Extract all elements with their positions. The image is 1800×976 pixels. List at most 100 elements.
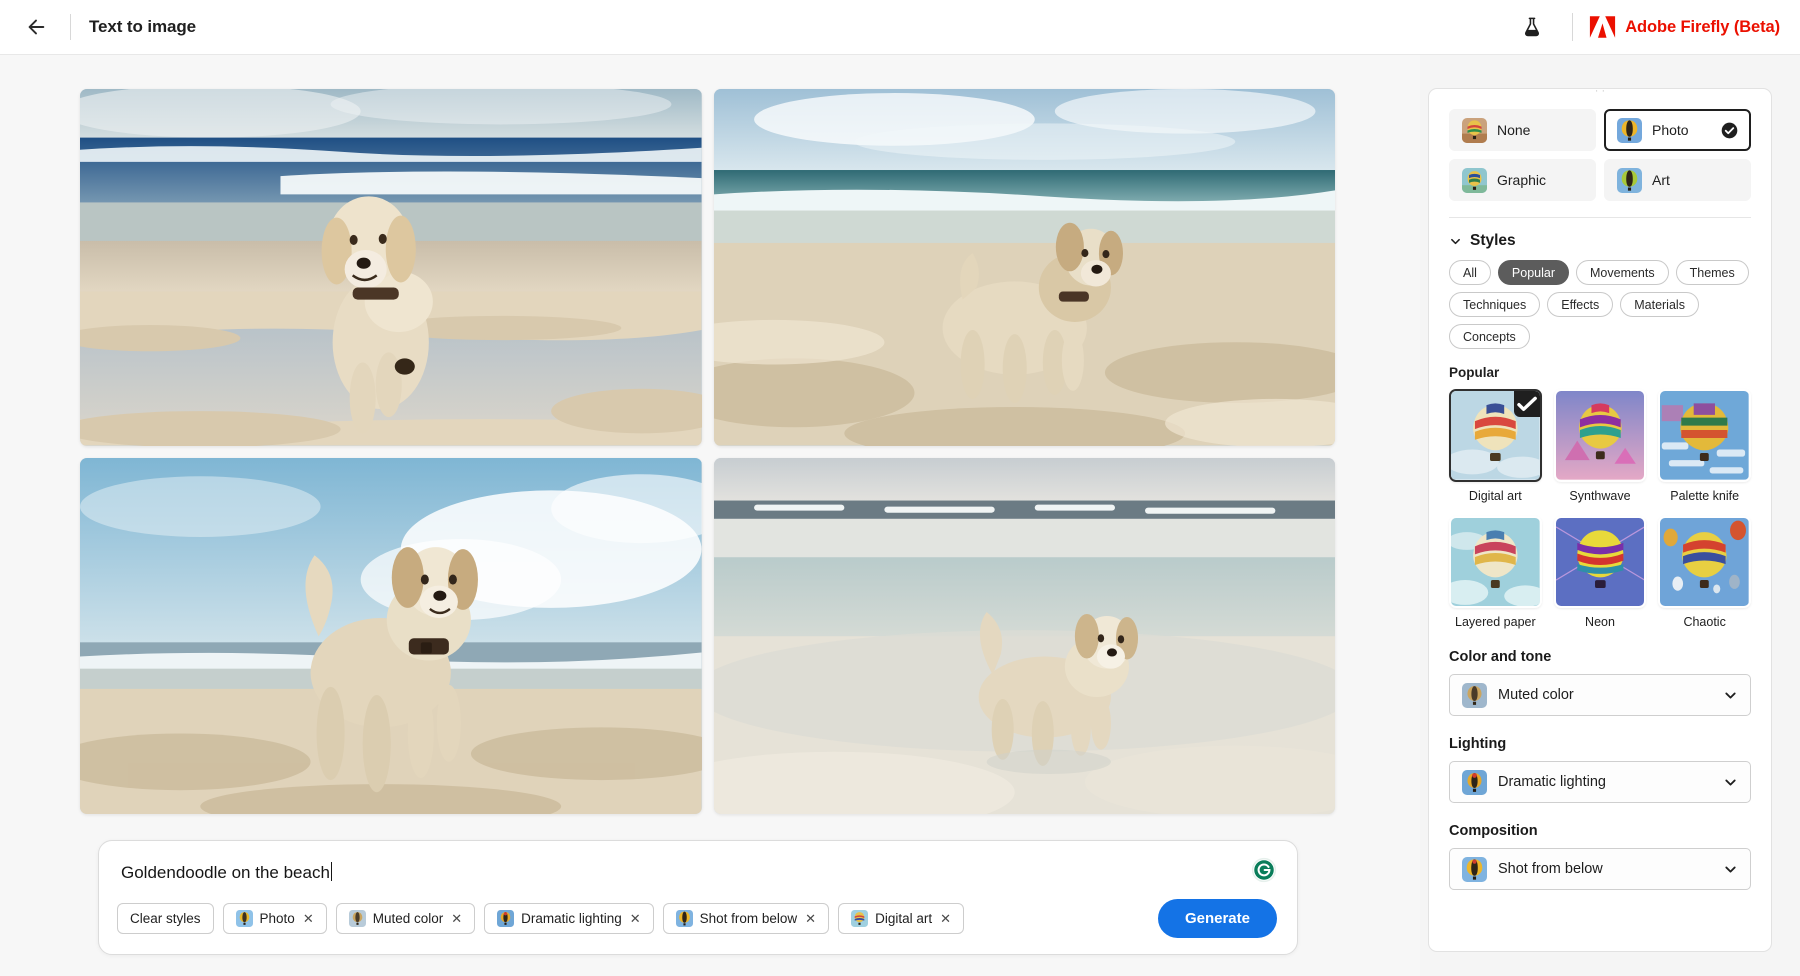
chevron-down-icon bbox=[1723, 862, 1738, 877]
generated-image-2[interactable] bbox=[714, 89, 1336, 446]
lighting-dropdown[interactable]: Dramatic lighting bbox=[1449, 761, 1751, 803]
style-filter-popular[interactable]: Popular bbox=[1498, 260, 1569, 285]
style-card-neon[interactable]: Neon bbox=[1554, 516, 1647, 630]
style-chip-dramatic-lighting[interactable]: Dramatic lighting ✕ bbox=[484, 903, 653, 934]
remove-chip-icon[interactable]: ✕ bbox=[630, 911, 641, 927]
style-chip-photo[interactable]: Photo ✕ bbox=[223, 903, 327, 934]
style-chip-label: Digital art bbox=[875, 911, 932, 926]
check-icon bbox=[1514, 391, 1540, 417]
remove-chip-icon[interactable]: ✕ bbox=[451, 911, 462, 927]
remove-chip-icon[interactable]: ✕ bbox=[303, 911, 314, 927]
style-filter-all[interactable]: All bbox=[1449, 260, 1491, 285]
beta-features-button[interactable] bbox=[1514, 9, 1550, 45]
panel-divider bbox=[1449, 217, 1751, 218]
style-filter-effects[interactable]: Effects bbox=[1547, 292, 1613, 317]
remove-chip-icon[interactable]: ✕ bbox=[805, 911, 816, 927]
prompt-input[interactable]: Goldendoodle on the beach bbox=[121, 862, 332, 883]
balloon-muted-icon bbox=[1462, 683, 1487, 708]
beaker-icon bbox=[1521, 16, 1543, 38]
lighting-label: Lighting bbox=[1449, 736, 1751, 752]
style-label: Neon bbox=[1554, 615, 1647, 629]
balloon-below-icon bbox=[1462, 857, 1487, 882]
remove-chip-icon[interactable]: ✕ bbox=[940, 911, 951, 927]
content-type-photo[interactable]: Photo bbox=[1604, 109, 1751, 151]
style-label: Chaotic bbox=[1658, 615, 1751, 629]
composition-label: Composition bbox=[1449, 823, 1751, 839]
brand-link[interactable]: Adobe Firefly (Beta) bbox=[1589, 15, 1780, 39]
style-card-synthwave[interactable]: Synthwave bbox=[1554, 389, 1647, 503]
lighting-value: Dramatic lighting bbox=[1498, 774, 1606, 790]
generated-image-3[interactable] bbox=[80, 458, 702, 815]
style-thumbnail bbox=[1554, 516, 1647, 609]
prompt-style-chips: Clear styles Photo ✕ Muted color ✕ bbox=[117, 903, 964, 934]
check-icon bbox=[1721, 122, 1738, 139]
content-type-label: Art bbox=[1652, 172, 1670, 188]
popular-group-label: Popular bbox=[1449, 365, 1751, 380]
generated-image-4[interactable] bbox=[714, 458, 1336, 815]
arrow-left-icon bbox=[25, 16, 47, 38]
results-grid bbox=[80, 89, 1335, 814]
styles-title: Styles bbox=[1470, 232, 1516, 250]
content-type-art[interactable]: Art bbox=[1604, 159, 1751, 201]
style-filter-themes[interactable]: Themes bbox=[1676, 260, 1749, 285]
style-thumbnail bbox=[1658, 389, 1751, 482]
style-chip-digital-art[interactable]: Digital art ✕ bbox=[838, 903, 964, 934]
balloon-graphic-icon bbox=[1462, 168, 1487, 193]
color-and-tone-value: Muted color bbox=[1498, 687, 1574, 703]
style-card-palette-knife[interactable]: Palette knife bbox=[1658, 389, 1751, 503]
style-filter-concepts[interactable]: Concepts bbox=[1449, 324, 1530, 349]
style-filter-movements[interactable]: Movements bbox=[1576, 260, 1669, 285]
content-type-label: Photo bbox=[1652, 122, 1689, 138]
color-and-tone-dropdown[interactable]: Muted color bbox=[1449, 674, 1751, 716]
back-button[interactable] bbox=[16, 7, 56, 47]
style-filter-techniques[interactable]: Techniques bbox=[1449, 292, 1540, 317]
style-label: Layered paper bbox=[1449, 615, 1542, 629]
header-right-group: Adobe Firefly (Beta) bbox=[1514, 9, 1800, 45]
style-filter-chips: All Popular Movements Themes Techniques … bbox=[1449, 260, 1751, 349]
balloon-digitalart-icon bbox=[851, 910, 868, 927]
clear-styles-button[interactable]: Clear styles bbox=[117, 903, 214, 934]
style-grid: Digital art bbox=[1449, 389, 1751, 629]
app-header: Text to image Adobe Firefly (Beta) bbox=[0, 0, 1800, 55]
text-caret bbox=[331, 862, 333, 881]
generated-image-1[interactable] bbox=[80, 89, 702, 446]
style-chip-muted-color[interactable]: Muted color ✕ bbox=[336, 903, 475, 934]
balloon-none-icon bbox=[1462, 118, 1487, 143]
clear-styles-label: Clear styles bbox=[130, 911, 201, 926]
content-type-label: Graphic bbox=[1497, 172, 1546, 188]
color-and-tone-label: Color and tone bbox=[1449, 649, 1751, 665]
chevron-down-icon bbox=[1449, 235, 1462, 248]
style-card-layered-paper[interactable]: Layered paper bbox=[1449, 516, 1542, 630]
generate-button[interactable]: Generate bbox=[1158, 899, 1277, 938]
style-selected-check bbox=[1514, 391, 1540, 417]
style-card-digital-art[interactable]: Digital art bbox=[1449, 389, 1542, 503]
style-label: Digital art bbox=[1449, 489, 1542, 503]
style-chip-label: Dramatic lighting bbox=[521, 911, 622, 926]
style-thumbnail bbox=[1554, 389, 1647, 482]
settings-panel: · · None Photo bbox=[1428, 88, 1772, 952]
balloon-photo-icon bbox=[236, 910, 253, 927]
style-chip-label: Photo bbox=[260, 911, 295, 926]
header-divider bbox=[70, 14, 71, 40]
styles-section-header[interactable]: Styles bbox=[1449, 232, 1751, 250]
content-type-none[interactable]: None bbox=[1449, 109, 1596, 151]
style-chip-shot-from-below[interactable]: Shot from below ✕ bbox=[663, 903, 829, 934]
results-canvas: Goldendoodle on the beach Clear styles P… bbox=[0, 55, 1420, 976]
prompt-bar: Goldendoodle on the beach Clear styles P… bbox=[98, 840, 1298, 955]
refresh-icon[interactable] bbox=[1251, 857, 1277, 883]
style-card-chaotic[interactable]: Chaotic bbox=[1658, 516, 1751, 630]
content-type-group: None Photo Graphic bbox=[1449, 109, 1751, 201]
style-thumbnail bbox=[1449, 389, 1542, 482]
balloon-art-icon bbox=[1617, 168, 1642, 193]
style-label: Synthwave bbox=[1554, 489, 1647, 503]
composition-dropdown[interactable]: Shot from below bbox=[1449, 848, 1751, 890]
prompt-value: Goldendoodle on the beach bbox=[121, 863, 330, 882]
composition-value: Shot from below bbox=[1498, 861, 1603, 877]
brand-name: Adobe Firefly (Beta) bbox=[1625, 18, 1780, 37]
style-filter-materials[interactable]: Materials bbox=[1620, 292, 1699, 317]
content-type-graphic[interactable]: Graphic bbox=[1449, 159, 1596, 201]
style-chip-label: Muted color bbox=[373, 911, 444, 926]
chevron-down-icon bbox=[1723, 688, 1738, 703]
style-thumbnail bbox=[1658, 516, 1751, 609]
balloon-muted-icon bbox=[349, 910, 366, 927]
